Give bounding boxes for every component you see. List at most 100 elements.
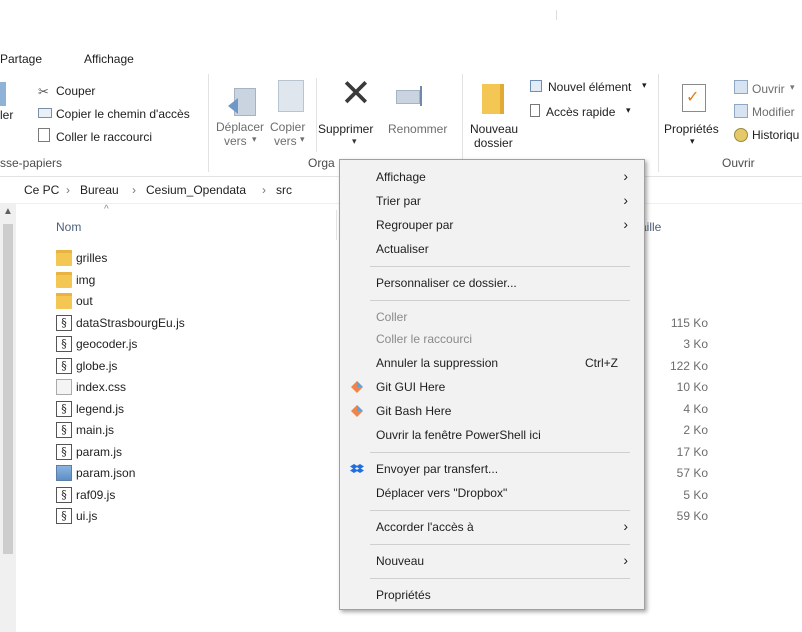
chevron-right-icon: › xyxy=(623,552,628,568)
file-name: index.css xyxy=(76,380,127,394)
copy-to-button[interactable]: Copier xyxy=(270,120,305,134)
column-divider[interactable] xyxy=(336,210,337,240)
open-group-label: Ouvrir xyxy=(722,156,755,170)
menu-separator xyxy=(370,544,630,545)
chevron-right-icon: › xyxy=(623,216,628,232)
file-name: raf09.js xyxy=(76,487,116,502)
paste-icon[interactable] xyxy=(0,82,6,106)
cut-button[interactable]: Couper xyxy=(56,84,95,98)
menu-item-git-bash[interactable]: Git Bash Here xyxy=(340,400,642,422)
new-item-button[interactable]: Nouvel élément xyxy=(548,80,631,94)
chevron-right-icon: › xyxy=(623,518,628,534)
copy-path-button[interactable]: Copier le chemin d'accès xyxy=(56,107,190,121)
quick-access-icon xyxy=(530,104,540,117)
menu-item-powershell[interactable]: Ouvrir la fenêtre PowerShell ici xyxy=(340,424,642,446)
chevron-right-icon: › xyxy=(132,183,136,197)
move-to-button[interactable]: Déplacer xyxy=(216,120,264,134)
menu-item-actualiser[interactable]: Actualiser xyxy=(340,238,642,260)
script-file-icon: § xyxy=(56,357,72,374)
chevron-down-icon: ▾ xyxy=(626,105,631,115)
menu-item-label: Trier par xyxy=(376,194,421,208)
properties-icon: ✓ xyxy=(682,84,706,112)
tab-affichage[interactable]: Affichage xyxy=(84,52,134,66)
chevron-right-icon: › xyxy=(262,183,266,197)
menu-item-label: Coller xyxy=(376,310,408,324)
context-menu: Affichage › Trier par › Regrouper par › … xyxy=(339,159,645,610)
delete-button[interactable]: Supprimer xyxy=(318,122,373,136)
menu-item-label: Git GUI Here xyxy=(376,380,446,394)
ribbon-separator xyxy=(316,78,317,152)
tab-partage[interactable]: Partage xyxy=(0,52,42,66)
ribbon-separator xyxy=(208,74,209,172)
edit-button[interactable]: Modifier xyxy=(752,105,795,119)
copy-path-icon xyxy=(38,108,52,118)
menu-item-regrouper-par[interactable]: Regrouper par › xyxy=(340,214,642,236)
ribbon-separator xyxy=(658,74,659,172)
file-name: out xyxy=(76,294,93,308)
open-button[interactable]: Ouvrir xyxy=(752,82,785,96)
script-file-icon: § xyxy=(56,422,72,438)
menu-item-label: Personnaliser ce dossier... xyxy=(376,276,517,290)
chevron-down-icon: ▾ xyxy=(352,136,357,146)
breadcrumb-item[interactable]: src xyxy=(276,183,292,197)
chevron-down-icon: ▾ xyxy=(790,82,795,92)
menu-separator xyxy=(370,266,630,267)
menu-item-label: Annuler la suppression xyxy=(376,356,499,370)
script-file-icon: § xyxy=(56,400,72,417)
menu-item-label: Affichage xyxy=(376,170,426,184)
chevron-right-icon: › xyxy=(623,192,628,208)
file-name: legend.js xyxy=(76,401,125,416)
properties-button[interactable]: Propriétés xyxy=(664,122,719,136)
menu-item-personnaliser[interactable]: Personnaliser ce dossier... xyxy=(340,272,642,294)
menu-item-envoyer[interactable]: Envoyer par transfert... xyxy=(340,458,642,480)
file-name: main.js xyxy=(76,423,115,437)
scroll-up-icon[interactable]: ▲ xyxy=(3,206,13,217)
file-name: globe.js xyxy=(76,358,118,373)
file-name: dataStrasbourgEu.js xyxy=(76,315,185,330)
file-name: img xyxy=(76,272,96,287)
new-folder-button[interactable]: Nouveau xyxy=(470,122,518,136)
paste-shortcut-icon xyxy=(38,128,50,142)
menu-item-label: Déplacer vers "Dropbox" xyxy=(376,486,508,500)
folder-icon xyxy=(56,293,72,309)
history-button[interactable]: Historiqu xyxy=(752,128,799,142)
git-icon xyxy=(351,381,363,393)
menu-item-annuler-suppression[interactable]: Annuler la suppression Ctrl+Z xyxy=(340,352,642,374)
menu-item-proprietes[interactable]: Propriétés xyxy=(340,584,642,606)
menu-item-accorder[interactable]: Accorder l'accès à › xyxy=(340,516,642,538)
file-name: ui.js xyxy=(76,509,98,523)
menu-item-dropbox[interactable]: Déplacer vers "Dropbox" xyxy=(340,482,642,504)
move-to-icon xyxy=(228,84,262,118)
organize-group-label: Orga xyxy=(308,156,335,170)
menu-item-label: Ouvrir la fenêtre PowerShell ici xyxy=(376,428,541,442)
breadcrumb-item[interactable]: Cesium_Opendata xyxy=(146,183,246,197)
script-file-icon: § xyxy=(56,443,72,460)
folder-icon xyxy=(56,250,72,266)
menu-item-trier-par[interactable]: Trier par › xyxy=(340,190,642,212)
sort-ascending-icon: ^ xyxy=(104,204,109,215)
menu-item-label: Actualiser xyxy=(376,242,429,256)
file-name: geocoder.js xyxy=(76,337,138,351)
menu-separator xyxy=(370,578,630,579)
menu-separator xyxy=(370,510,630,511)
column-header-name[interactable]: Nom xyxy=(56,220,81,234)
rename-button[interactable]: Renommer xyxy=(388,122,447,136)
breadcrumb-item[interactable]: Ce PC xyxy=(24,183,59,197)
json-file-icon xyxy=(56,465,72,481)
paste-shortcut-button[interactable]: Coller le raccourci xyxy=(56,130,152,144)
scissors-icon: ✂ xyxy=(38,84,49,99)
menu-item-git-gui[interactable]: Git GUI Here xyxy=(340,376,642,398)
edit-icon xyxy=(734,104,748,118)
menu-item-affichage[interactable]: Affichage › xyxy=(340,166,642,188)
menu-item-nouveau[interactable]: Nouveau › xyxy=(340,550,642,572)
file-name: param.js xyxy=(76,444,123,459)
menu-item-label: Propriétés xyxy=(376,588,431,602)
paste-button[interactable]: ler xyxy=(0,108,13,122)
breadcrumb-item[interactable]: Bureau xyxy=(80,183,119,197)
new-folder-label-2: dossier xyxy=(474,136,513,150)
quick-access-button[interactable]: Accès rapide xyxy=(546,105,615,119)
vertical-scrollbar[interactable]: ▲ xyxy=(0,204,16,632)
menu-item-coller: Coller xyxy=(340,306,642,328)
copy-to-icon xyxy=(278,80,304,112)
scrollbar-thumb[interactable] xyxy=(3,224,13,554)
